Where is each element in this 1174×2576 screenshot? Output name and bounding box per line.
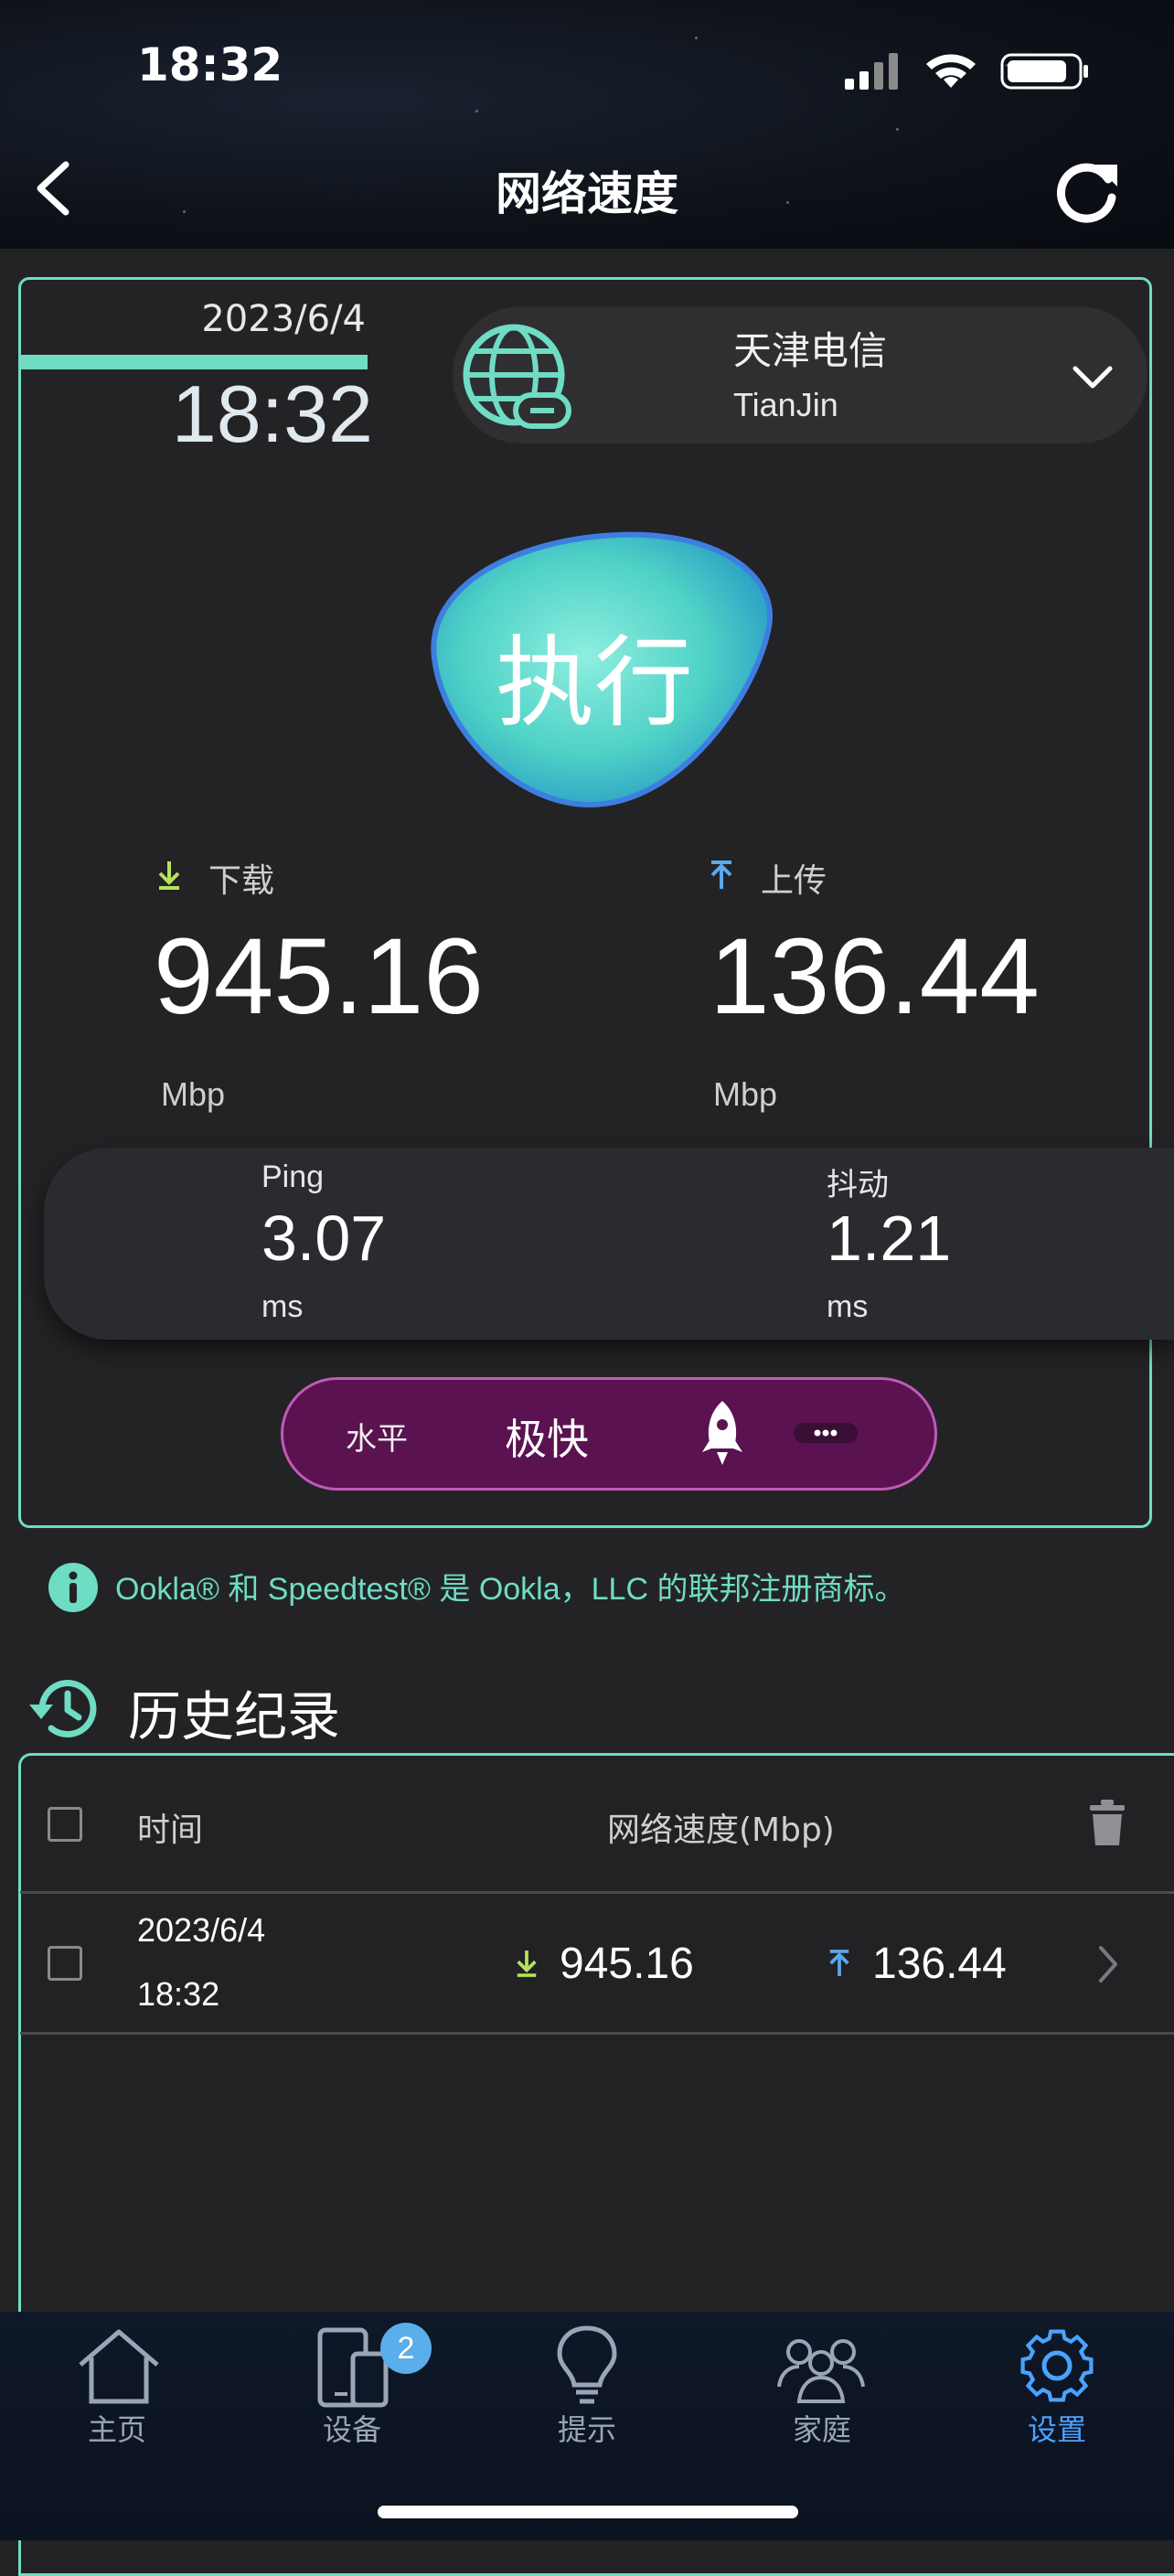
level-value: 极快 bbox=[505, 1415, 589, 1464]
trademark-notice: Ookla® 和 Speedtest® 是 Ookla，LLC 的联邦注册商标。 bbox=[115, 1572, 906, 1607]
status-time: 18:32 bbox=[137, 38, 283, 91]
ping-value: 3.07 bbox=[261, 1202, 387, 1274]
select-all-checkbox[interactable] bbox=[48, 1807, 82, 1842]
refresh-icon[interactable] bbox=[1051, 155, 1125, 229]
divider bbox=[20, 2032, 1174, 2035]
tab-label-tips: 提示 bbox=[557, 2412, 616, 2447]
jitter-unit: ms bbox=[827, 1289, 869, 1324]
jitter-value: 1.21 bbox=[827, 1202, 952, 1274]
trash-icon[interactable] bbox=[1088, 1798, 1126, 1847]
download-label: 下载 bbox=[208, 862, 275, 900]
battery-icon bbox=[1000, 53, 1088, 90]
row-upload: 136.44 bbox=[872, 1940, 1007, 1988]
upload-arrow-icon bbox=[710, 860, 732, 889]
ping-label: Ping bbox=[261, 1160, 325, 1194]
ping-unit: ms bbox=[261, 1289, 304, 1324]
run-test-label[interactable]: 执行 bbox=[416, 604, 773, 746]
tab-label-settings: 设置 bbox=[1027, 2412, 1086, 2447]
column-time: 时间 bbox=[137, 1812, 204, 1849]
home-indicator[interactable] bbox=[378, 2506, 798, 2518]
jitter-label: 抖动 bbox=[827, 1168, 889, 1202]
tab-label-devices: 设备 bbox=[322, 2412, 381, 2447]
upload-value: 136.44 bbox=[710, 916, 1040, 1037]
chevron-right-icon[interactable] bbox=[1095, 1944, 1121, 1984]
speedtest-card bbox=[18, 277, 1152, 1528]
home-icon bbox=[79, 2329, 159, 2404]
level-label: 水平 bbox=[346, 1421, 408, 1458]
family-icon bbox=[777, 2339, 865, 2403]
row-checkbox[interactable] bbox=[48, 1946, 82, 1981]
rocket-icon bbox=[702, 1401, 742, 1465]
upload-arrow-icon bbox=[829, 1950, 849, 1976]
latency-panel bbox=[44, 1148, 1174, 1340]
upload-label: 上传 bbox=[761, 862, 827, 900]
download-value: 945.16 bbox=[154, 916, 484, 1037]
status-icons bbox=[845, 53, 1088, 90]
history-icon bbox=[29, 1680, 97, 1737]
devices-badge: 2 bbox=[380, 2323, 432, 2374]
tab-label-home: 主页 bbox=[87, 2412, 146, 2447]
globe-icon bbox=[463, 324, 571, 429]
signal-icon bbox=[845, 53, 898, 90]
more-icon[interactable] bbox=[794, 1423, 858, 1443]
column-speed: 网络速度(Mbp) bbox=[607, 1812, 835, 1849]
tab-label-family: 家庭 bbox=[792, 2412, 851, 2447]
download-unit: Mbp bbox=[161, 1075, 226, 1113]
download-arrow-icon bbox=[158, 861, 180, 890]
row-time: 18:32 bbox=[137, 1975, 220, 2013]
server-isp: 天津电信 bbox=[733, 328, 888, 373]
page-title: 网络速度 bbox=[496, 167, 678, 220]
download-arrow-icon bbox=[517, 1951, 537, 1977]
gear-icon bbox=[1020, 2329, 1094, 2402]
chevron-down-icon[interactable] bbox=[1070, 361, 1115, 394]
server-city: TianJin bbox=[733, 386, 838, 423]
row-date: 2023/6/4 bbox=[137, 1911, 266, 1949]
info-icon bbox=[48, 1563, 98, 1612]
row-download: 945.16 bbox=[560, 1940, 694, 1988]
test-time: 18:32 bbox=[171, 369, 373, 459]
lightbulb-icon bbox=[557, 2325, 617, 2404]
upload-unit: Mbp bbox=[713, 1075, 778, 1113]
wifi-icon bbox=[926, 54, 976, 88]
test-date: 2023/6/4 bbox=[201, 298, 366, 340]
history-title: 历史纪录 bbox=[128, 1685, 341, 1748]
